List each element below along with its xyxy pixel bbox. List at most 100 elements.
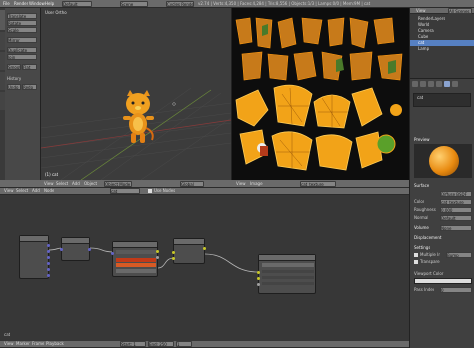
surface-section-title[interactable]: Surface bbox=[414, 183, 429, 189]
material-slot-name[interactable]: cat bbox=[417, 95, 423, 101]
material-output-row-3 bbox=[262, 282, 314, 285]
properties-editor: cat Preview Surface Diffuse BSDF Color c… bbox=[409, 78, 474, 348]
socket-window[interactable] bbox=[47, 274, 50, 277]
socket-mix-color1-in[interactable] bbox=[172, 251, 175, 254]
translate-button[interactable]: Translate bbox=[7, 13, 37, 19]
render-engine-selector[interactable]: Cycles Render bbox=[166, 1, 194, 7]
settings-section-title[interactable]: Settings bbox=[414, 245, 430, 251]
redo-button[interactable]: Redo bbox=[22, 84, 37, 90]
image-texture-selected-row[interactable] bbox=[116, 258, 156, 262]
texture-tab-icon[interactable] bbox=[452, 81, 458, 87]
volume-section-title[interactable]: Volume bbox=[414, 225, 429, 231]
transparent-shadows-checkbox[interactable] bbox=[414, 260, 418, 264]
node-mix[interactable] bbox=[172, 238, 206, 264]
outliner-row-lamp[interactable]: Lamp bbox=[418, 46, 429, 52]
multiple-importance-checkbox[interactable] bbox=[414, 253, 418, 257]
timeline-frame-menu[interactable]: Frame bbox=[32, 341, 44, 347]
viewport-view-menu[interactable]: View bbox=[44, 181, 54, 187]
socket-mix-color-out[interactable] bbox=[203, 247, 206, 250]
outliner-scene-filter[interactable]: All Scenes bbox=[448, 8, 472, 14]
timeline-current-frame[interactable]: 1 bbox=[176, 341, 192, 347]
transparent-shadows-label: Transparent Shadows bbox=[420, 259, 440, 264]
socket-generated[interactable] bbox=[47, 244, 50, 247]
timeline-view-menu[interactable]: View bbox=[4, 341, 14, 347]
smooth-button[interactable]: Smooth bbox=[7, 64, 21, 70]
transform-orientation-selector[interactable]: Global bbox=[180, 181, 204, 187]
rotate-button[interactable]: Rotate bbox=[7, 20, 37, 26]
roughness-field[interactable]: 0.000 bbox=[440, 207, 472, 213]
socket-vector-out[interactable] bbox=[88, 248, 91, 251]
mirror-button[interactable]: Mirror bbox=[7, 37, 37, 43]
socket-color-out[interactable] bbox=[156, 250, 159, 253]
material-tab-icon[interactable] bbox=[444, 81, 450, 87]
menu-render[interactable]: Render bbox=[14, 1, 28, 7]
flat-button[interactable]: Flat bbox=[22, 64, 37, 70]
uv-view-menu[interactable]: View bbox=[236, 181, 246, 187]
normal-label: Normal bbox=[414, 215, 429, 220]
normal-field[interactable]: Default bbox=[440, 215, 472, 221]
color-field[interactable]: cat_texture bbox=[440, 199, 472, 205]
duplicate-button[interactable]: Duplicate bbox=[7, 47, 37, 53]
tab-relations[interactable] bbox=[0, 52, 5, 70]
cat-model[interactable] bbox=[119, 88, 159, 150]
uv-texture-image bbox=[235, 17, 403, 171]
scene-tab-icon[interactable] bbox=[420, 81, 426, 87]
viewport-add-menu[interactable]: Add bbox=[72, 181, 80, 187]
render-tab-icon[interactable] bbox=[412, 81, 418, 87]
material-output-target[interactable] bbox=[262, 263, 314, 267]
displacement-section-title[interactable]: Displacement bbox=[414, 235, 442, 241]
node-mix-header bbox=[174, 239, 204, 245]
timeline-start-field[interactable]: Start: 1 bbox=[120, 341, 146, 347]
tab-animation[interactable] bbox=[0, 72, 5, 90]
timeline-marker-menu[interactable]: Marker bbox=[16, 341, 30, 347]
material-slot-list[interactable]: cat bbox=[413, 93, 471, 107]
node-image-texture[interactable] bbox=[111, 241, 159, 277]
object-tab-icon[interactable] bbox=[436, 81, 442, 87]
socket-alpha-out[interactable] bbox=[156, 256, 159, 259]
node-editor[interactable]: View Select Add Node cat Use Nodes cat bbox=[0, 188, 409, 341]
scale-button[interactable]: Scale bbox=[7, 27, 37, 33]
volume-field[interactable]: None bbox=[440, 225, 472, 231]
socket-mix-color2-in[interactable] bbox=[172, 257, 175, 260]
world-tab-icon[interactable] bbox=[428, 81, 434, 87]
socket-image-vector-in[interactable] bbox=[111, 252, 114, 255]
timeline-playback-menu[interactable]: Playback bbox=[46, 341, 64, 347]
socket-volume-in[interactable] bbox=[257, 277, 260, 280]
viewport-select-menu[interactable]: Select bbox=[56, 181, 68, 187]
pass-index-field[interactable]: 0 bbox=[440, 287, 472, 293]
viewport-object-menu[interactable]: Object bbox=[84, 181, 97, 187]
menu-help[interactable]: Help bbox=[45, 1, 54, 7]
menu-window[interactable]: Window bbox=[29, 1, 45, 7]
socket-uv[interactable] bbox=[47, 256, 50, 259]
viewport-color-swatch[interactable] bbox=[414, 278, 472, 284]
uv-image-selector[interactable]: cat_texture bbox=[300, 181, 336, 187]
scene-selector[interactable]: Scene bbox=[120, 1, 148, 7]
socket-displacement-in[interactable] bbox=[257, 283, 260, 286]
node-material-output[interactable] bbox=[257, 254, 316, 294]
uv-image-editor[interactable] bbox=[231, 8, 409, 180]
undo-button[interactable]: Undo bbox=[7, 84, 21, 90]
layout-selector[interactable]: Default bbox=[62, 1, 92, 7]
outliner-view-menu[interactable]: View bbox=[416, 8, 426, 14]
socket-vector-in[interactable] bbox=[60, 248, 63, 251]
3d-viewport[interactable]: User Ortho (1) cat bbox=[41, 8, 231, 180]
socket-surface-in[interactable] bbox=[257, 271, 260, 274]
object-mode-selector[interactable]: Object Mode bbox=[104, 181, 132, 187]
tab-physics[interactable] bbox=[0, 92, 5, 110]
displacement-field[interactable]: Bump bbox=[446, 252, 472, 258]
image-texture-field[interactable] bbox=[116, 269, 156, 273]
surface-shader-selector[interactable]: Diffuse BSDF bbox=[440, 191, 472, 197]
preview-section-title[interactable]: Preview bbox=[414, 137, 430, 143]
socket-object[interactable] bbox=[47, 262, 50, 265]
node-texture-coordinate[interactable] bbox=[19, 235, 50, 279]
uv-image-menu[interactable]: Image bbox=[250, 181, 263, 187]
socket-camera[interactable] bbox=[47, 268, 50, 271]
join-button[interactable]: Join bbox=[7, 54, 37, 60]
tab-create[interactable] bbox=[0, 32, 5, 50]
timeline-end-field[interactable]: End: 250 bbox=[148, 341, 174, 347]
socket-normal[interactable] bbox=[47, 250, 50, 253]
menu-file[interactable]: File bbox=[3, 1, 10, 7]
image-texture-selected-row-2[interactable] bbox=[116, 263, 156, 267]
tab-tools[interactable] bbox=[0, 10, 5, 30]
node-mapping[interactable] bbox=[60, 237, 91, 261]
